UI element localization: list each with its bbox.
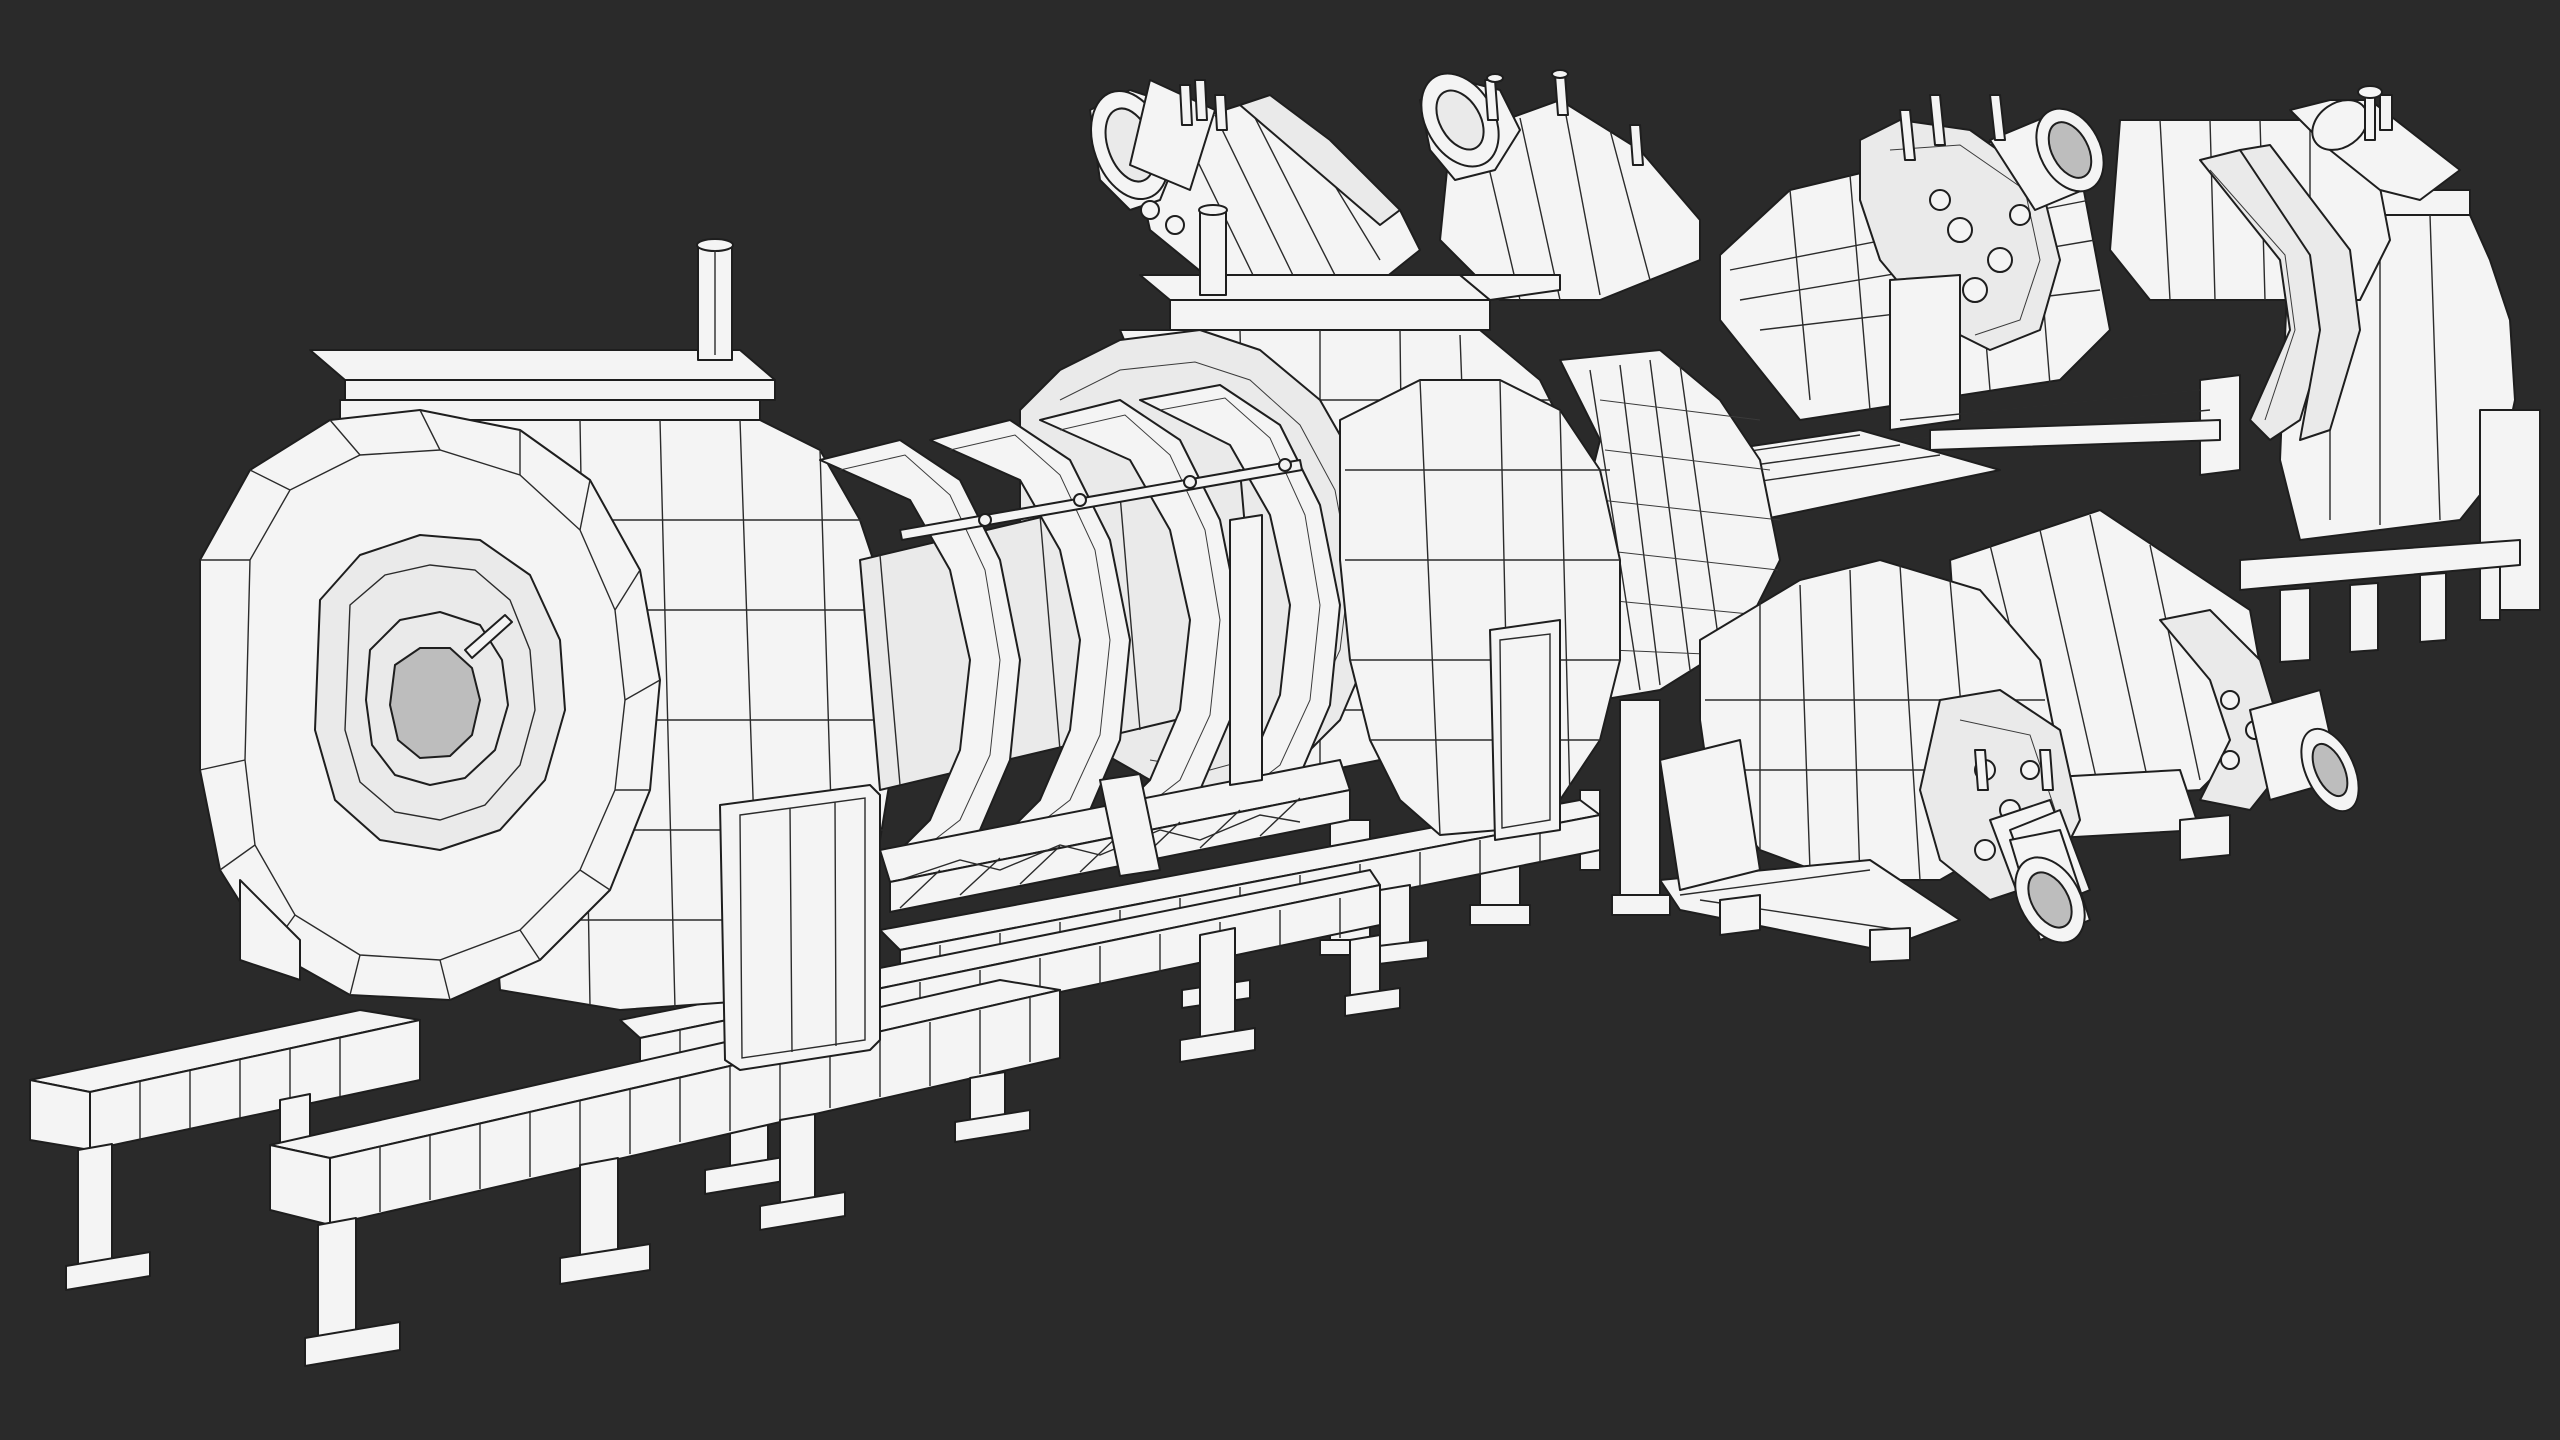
3d-viewport[interactable]: [0, 0, 2560, 1440]
front-drum-assembly: [199, 238, 901, 1071]
center-drum-face: [1339, 379, 1621, 841]
wireframe-model: [29, 69, 2541, 1367]
